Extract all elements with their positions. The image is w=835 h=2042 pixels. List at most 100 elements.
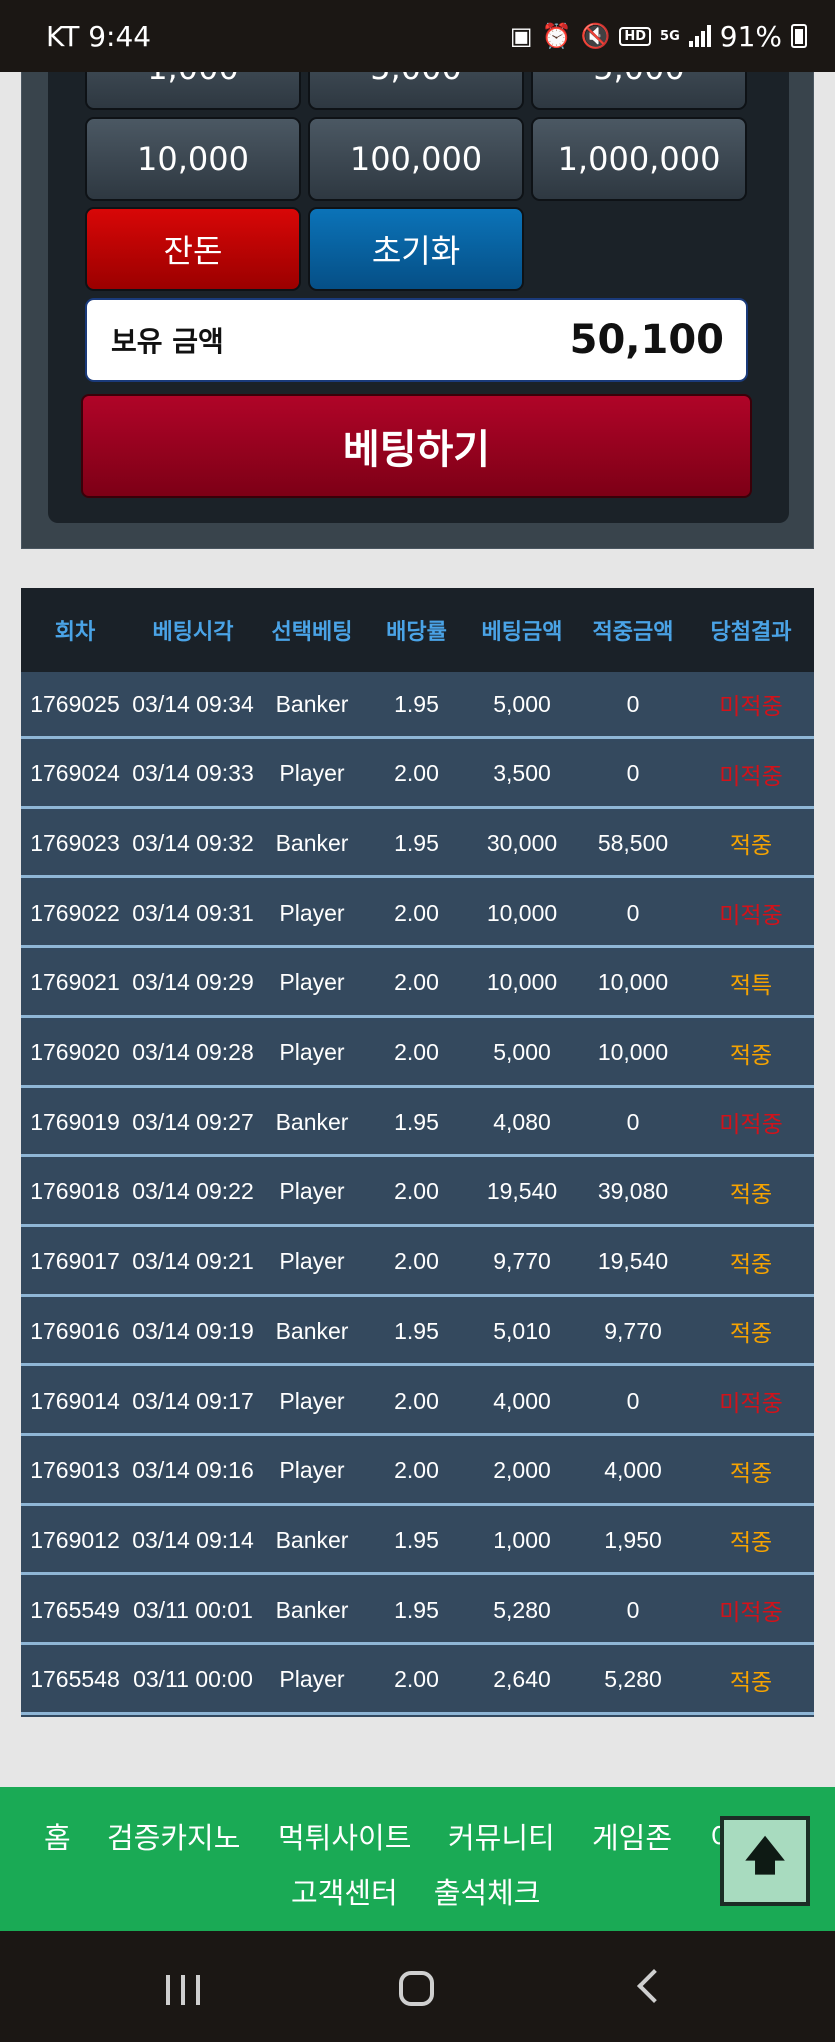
cell-round: 1769019	[30, 1108, 120, 1135]
cell-result: 미적중	[719, 1599, 783, 1626]
system-nav-bar	[0, 1931, 835, 2042]
table-row: 1769013 03/14 09:16 Player 2.00 2,000 4,000 적중	[21, 1438, 814, 1506]
cell-win-amount: 0	[626, 760, 640, 787]
footer-nav-item[interactable]: 먹튀사이트	[278, 1815, 411, 1857]
cell-win-amount: 10,000	[597, 1039, 669, 1065]
cell-result: 미적중	[719, 902, 783, 929]
cell-round: 1769012	[30, 1526, 120, 1553]
cell-odds: 1.95	[394, 829, 439, 856]
table-row: 1769024 03/14 09:33 Player 2.00 3,500 0 미적중	[21, 741, 814, 809]
signal-icon	[688, 25, 711, 47]
cell-odds: 2.00	[394, 1039, 439, 1065]
cell-round: 1769014	[30, 1387, 120, 1414]
cell-selection: Banker	[275, 829, 349, 856]
status-bar: KT 9:44 ▣ ⏰ 🔇 HD 5G 91%	[0, 0, 835, 72]
footer-nav-item[interactable]: 커뮤니티	[448, 1815, 555, 1857]
cell-bet-time: 03/14 09:34	[132, 690, 254, 717]
table-row: 1765548 03/11 00:00 Player 2.00 2,640 5,280 적중	[21, 1647, 814, 1715]
cell-win-amount: 58,500	[597, 829, 669, 856]
col-bet-time: 베팅시각	[152, 619, 234, 644]
cell-win-amount: 9,770	[604, 1317, 662, 1344]
cell-selection: Player	[279, 1457, 345, 1484]
cell-win-amount: 10,000	[597, 969, 669, 996]
footer-nav-item[interactable]: 게임존	[592, 1815, 672, 1857]
cell-win-amount: 0	[626, 690, 640, 717]
cell-odds: 2.00	[394, 760, 439, 787]
table-row: 1769019 03/14 09:27 Banker 1.95 4,080 0 미적중	[21, 1090, 814, 1158]
table-row: 1769025 03/14 09:34 Banker 1.95 5,000 0 미적중	[21, 672, 814, 739]
cell-selection: Player	[279, 760, 345, 787]
cell-bet-amount: 30,000	[486, 829, 558, 856]
battery-percent: 91%	[719, 19, 782, 53]
place-bet-button[interactable]: 베팅하기	[81, 394, 752, 498]
cell-selection: Player	[279, 1666, 345, 1693]
footer-nav-item[interactable]: 검증카지노	[107, 1815, 240, 1857]
cell-round: 1769024	[30, 760, 120, 787]
table-row: 1769020 03/14 09:28 Player 2.00 5,000 10,000 적…	[21, 1020, 814, 1088]
table-row: 1769016 03/14 09:19 Banker 1.95 5,010 9,770 적중	[21, 1299, 814, 1367]
cell-win-amount: 0	[626, 1596, 640, 1623]
footer-nav-item[interactable]: 홈	[44, 1815, 71, 1857]
col-round: 회차	[54, 619, 96, 644]
cell-result: 적중	[729, 1668, 773, 1695]
cell-odds: 2.00	[394, 1457, 439, 1484]
mute-icon: 🔇	[580, 22, 611, 50]
cell-result: 적중	[729, 832, 773, 859]
chip-button-100000[interactable]: 100,000	[308, 117, 524, 201]
cell-result: 적중	[729, 1529, 773, 1556]
cell-result: 적중	[729, 1320, 773, 1347]
back-icon[interactable]	[637, 1969, 671, 2003]
cell-result: 미적중	[719, 693, 783, 719]
cell-win-amount: 0	[626, 899, 640, 926]
footer-nav-item[interactable]: 출석체크	[434, 1870, 541, 1912]
cell-bet-time: 03/14 09:32	[132, 829, 254, 856]
change-button[interactable]: 잔돈	[85, 207, 301, 291]
alarm-icon: ⏰	[541, 22, 572, 50]
cell-odds: 1.95	[394, 1526, 439, 1553]
footer-nav-item[interactable]: 고객센터	[291, 1870, 398, 1912]
cell-selection: Player	[279, 899, 345, 926]
cell-round: 1769013	[30, 1457, 120, 1484]
col-odds: 배당률	[386, 619, 447, 644]
cell-odds: 2.00	[394, 1666, 439, 1693]
cell-result: 적중	[729, 1041, 773, 1068]
status-time: KT 9:44	[46, 19, 152, 53]
cell-selection: Banker	[275, 690, 349, 717]
cell-selection: Banker	[275, 1596, 349, 1623]
hd-icon: HD	[619, 26, 652, 46]
reset-button[interactable]: 초기화	[308, 207, 524, 291]
chip-button-1000000[interactable]: 1,000,000	[531, 117, 747, 201]
cell-round: 1769017	[30, 1248, 120, 1275]
chip-button-10000[interactable]: 10,000	[85, 117, 301, 201]
cell-odds: 2.00	[394, 1387, 439, 1414]
cell-bet-amount: 10,000	[486, 969, 558, 996]
table-row: 1769023 03/14 09:32 Banker 1.95 30,000 58,500…	[21, 811, 814, 879]
cell-win-amount: 0	[626, 1387, 640, 1414]
cell-win-amount: 39,080	[597, 1178, 669, 1205]
cell-bet-time: 03/14 09:28	[132, 1039, 254, 1065]
cell-bet-time: 03/14 09:17	[132, 1387, 254, 1414]
col-win-amount: 적중금액	[592, 619, 674, 644]
col-result: 당첨결과	[710, 619, 792, 644]
cell-bet-amount: 5,280	[493, 1596, 551, 1623]
cell-round: 1769018	[30, 1178, 120, 1205]
bet-history-table: 회차 베팅시각 선택베팅 배당률 베팅금액 적중금액 당첨결과 1769025 0…	[21, 588, 814, 1717]
cell-odds: 1.95	[394, 1317, 439, 1344]
cell-result: 적특	[729, 971, 773, 998]
col-bet-amount: 베팅금액	[481, 619, 563, 644]
cell-result: 적중	[729, 1180, 773, 1207]
cell-win-amount: 5,280	[604, 1666, 662, 1693]
cell-result: 적중	[729, 1250, 773, 1277]
scroll-top-button[interactable]: 🡅	[720, 1816, 810, 1906]
recent-apps-icon[interactable]	[166, 1975, 200, 2005]
cell-win-amount: 4,000	[604, 1457, 662, 1484]
cell-round: 1769023	[30, 829, 120, 856]
cell-selection: Player	[279, 1039, 345, 1065]
5g-icon: 5G	[660, 28, 680, 44]
cell-odds: 2.00	[394, 1248, 439, 1275]
cell-result: 적중	[729, 1459, 773, 1486]
cell-bet-amount: 9,770	[493, 1248, 551, 1275]
cell-bet-amount: 4,080	[493, 1108, 551, 1135]
home-icon[interactable]	[399, 1971, 434, 2006]
cell-round: 1769020	[30, 1039, 120, 1065]
